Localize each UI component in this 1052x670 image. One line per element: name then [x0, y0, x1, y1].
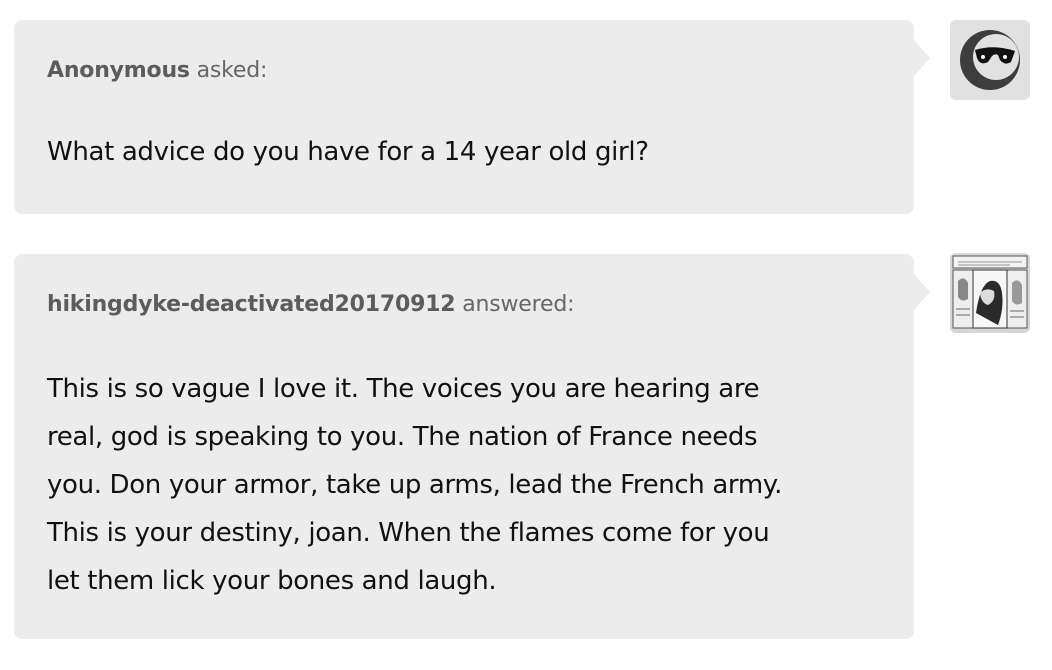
sunglasses-face-icon	[960, 30, 1020, 90]
answer-line: This is so vague I love it. The voices y…	[47, 374, 760, 404]
answer-line: you. Don your armor, take up arms, lead …	[47, 470, 783, 500]
answer-line: This is your destiny, joan. When the fla…	[47, 518, 770, 548]
answerer-avatar[interactable]	[950, 253, 1030, 333]
asker-line: Anonymous asked:	[47, 56, 882, 86]
answer-line: real, god is speaking to you. The nation…	[47, 422, 758, 452]
answer-text: This is so vague I love it. The voices y…	[47, 365, 887, 605]
answerer-name-link[interactable]: hikingdyke-deactivated20170912	[47, 292, 456, 317]
answer-bubble: hikingdyke-deactivated20170912 answered:…	[14, 254, 930, 639]
question-bubble: Anonymous asked: What advice do you have…	[14, 20, 930, 214]
asker-name-link[interactable]: Anonymous	[47, 58, 190, 83]
question-text: What advice do you have for a 14 year ol…	[47, 137, 649, 167]
comic-art-avatar-icon	[950, 253, 1030, 333]
anonymous-avatar[interactable]	[950, 20, 1030, 100]
answered-label: answered:	[455, 292, 575, 317]
asked-label: asked:	[189, 58, 268, 83]
answer-line: let them lick your bones and laugh.	[47, 566, 497, 596]
answerer-line: hikingdyke-deactivated20170912 answered:	[47, 290, 882, 320]
